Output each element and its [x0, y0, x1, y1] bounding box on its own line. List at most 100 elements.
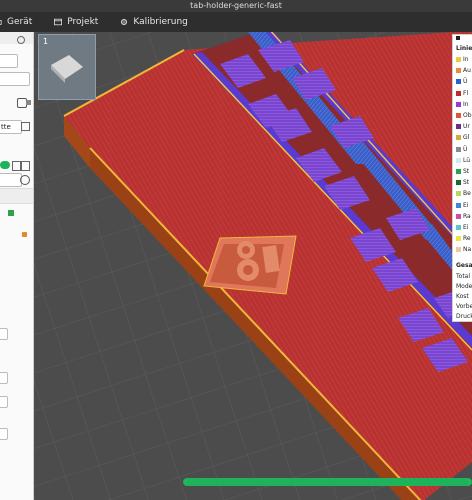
edit-preset-icon[interactable]: [21, 122, 30, 131]
legend-item[interactable]: Re: [453, 233, 472, 244]
legend-item-label: Au: [463, 67, 471, 75]
process-preset-value: tte: [1, 123, 11, 131]
legend-swatch: [456, 168, 461, 174]
compare-icon[interactable]: [21, 161, 30, 171]
process-preset-field[interactable]: tte: [0, 120, 22, 134]
summary-row: Gesa: [453, 321, 472, 322]
printer-icon: [0, 20, 2, 25]
legend-item[interactable]: St: [453, 177, 472, 188]
progress-fill: [185, 480, 470, 484]
setting-field-2[interactable]: [0, 372, 8, 384]
setting-field-4[interactable]: [0, 428, 8, 440]
summary-row: Total: [456, 272, 471, 280]
legend-item-label: Ur: [463, 123, 470, 131]
settings-sidebar: tte: [0, 32, 34, 500]
slice-preview-canvas[interactable]: [34, 32, 472, 500]
legend-item[interactable]: Ra: [453, 211, 472, 222]
legend-item[interactable]: Be: [453, 188, 472, 199]
legend-item[interactable]: In: [453, 99, 472, 110]
legend-item[interactable]: Ur: [453, 121, 472, 132]
summary-rows: Total Mode Kost Vorbe DruckGesa: [453, 271, 472, 322]
legend-item-label: Ob: [463, 112, 472, 120]
legend-swatch: [456, 101, 461, 107]
legend-item[interactable]: Gl: [453, 132, 472, 143]
menu-calibration[interactable]: Kalibrierung: [120, 17, 188, 27]
setting-field-3[interactable]: [0, 396, 8, 408]
calibration-gear-icon: [121, 19, 128, 25]
legend-swatch: [456, 135, 461, 141]
plate-thumbnail[interactable]: 1: [38, 34, 96, 100]
menu-device-label: Gerät: [7, 17, 33, 27]
toggle-switch[interactable]: [0, 161, 10, 169]
summary-row: Druck: [456, 312, 472, 320]
legend-item-label: In: [463, 56, 469, 64]
list-view-icon[interactable]: [12, 161, 21, 171]
engraved-logo: [203, 235, 297, 295]
legend-swatch: [456, 202, 461, 208]
filament-select[interactable]: [0, 72, 30, 86]
legend-swatch: [456, 224, 461, 230]
legend-item-label: Lü: [463, 156, 471, 164]
legend-item[interactable]: Ü: [453, 144, 472, 155]
preview-viewport[interactable]: 1: [34, 32, 472, 500]
menu-project[interactable]: Projekt: [54, 17, 98, 27]
legend-item-label: Na: [463, 246, 472, 254]
sidebar-dot-icon: [17, 36, 25, 44]
legend-swatch: [456, 191, 461, 197]
tab-icon[interactable]: [8, 210, 14, 216]
legend-item-label: In: [463, 100, 469, 108]
legend-swatch: [456, 247, 461, 253]
legend-swatch: [456, 180, 461, 186]
legend-item[interactable]: Au: [453, 65, 472, 76]
legend-item[interactable]: Ei: [453, 222, 472, 233]
legend-collapse-icon[interactable]: [456, 36, 460, 40]
legend-item[interactable]: Fl: [453, 88, 472, 99]
legend-item[interactable]: Ü: [453, 76, 472, 87]
slicing-progress-bar: [183, 478, 472, 486]
legend-items: In Au Ü Fl In Ob Ur Gl Ü Lü St St Be Ei Ra Ei Re Na: [453, 54, 472, 255]
legend-item-label: Ü: [463, 78, 468, 86]
legend-item[interactable]: St: [453, 166, 472, 177]
plate-thumbnail-model: [51, 55, 83, 83]
legend-swatch: [456, 79, 461, 85]
legend-item[interactable]: Ob: [453, 110, 472, 121]
legend-header-row: [453, 35, 472, 44]
legend-swatch: [456, 68, 461, 74]
main-menu-bar: Gerät Projekt Kalibrierung: [0, 12, 472, 32]
legend-section-title: Linie: [456, 45, 472, 52]
legend-item-label: St: [463, 179, 470, 187]
legend-item[interactable]: Ei: [453, 199, 472, 210]
legend-item[interactable]: Na: [453, 244, 472, 255]
summary-row: Vorbe: [456, 302, 472, 310]
summary-title: Gesa: [456, 262, 472, 270]
legend-swatch: [456, 146, 461, 152]
search-field[interactable]: [0, 173, 22, 187]
line-type-legend: Linie In Au Ü Fl In Ob Ur Gl Ü Lü St St Be Ei Ra Ei Re Na…: [452, 34, 472, 322]
project-icon: [54, 18, 63, 26]
legend-item-label: Be: [463, 190, 471, 198]
legend-swatch: [456, 213, 461, 219]
legend-item-label: Fl: [463, 89, 469, 97]
legend-item-label: Ei: [463, 223, 469, 231]
lock-icon: [22, 232, 27, 237]
legend-item-label: St: [463, 167, 470, 175]
legend-swatch: [456, 236, 461, 242]
legend-item[interactable]: Lü: [453, 155, 472, 166]
sidebar-tab-strip: [0, 188, 33, 204]
legend-swatch: [456, 113, 461, 119]
search-clear-icon[interactable]: [20, 175, 30, 185]
menu-calibration-label: Kalibrierung: [133, 17, 188, 27]
legend-item[interactable]: In: [453, 54, 472, 65]
legend-swatch: [456, 124, 461, 130]
menu-device[interactable]: Gerät: [0, 17, 32, 27]
window-title: tab-holder-generic-fast: [0, 0, 472, 12]
legend-item-label: Ra: [463, 212, 471, 220]
legend-item-label: Ei: [463, 201, 469, 209]
setting-field-1[interactable]: [0, 328, 8, 340]
sidebar-small-icon[interactable]: [26, 100, 31, 105]
legend-item-label: Re: [463, 235, 471, 243]
menu-project-label: Projekt: [67, 17, 99, 27]
legend-item-label: Gl: [463, 134, 470, 142]
summary-row: Kost: [456, 292, 469, 300]
printer-select[interactable]: [0, 54, 18, 68]
